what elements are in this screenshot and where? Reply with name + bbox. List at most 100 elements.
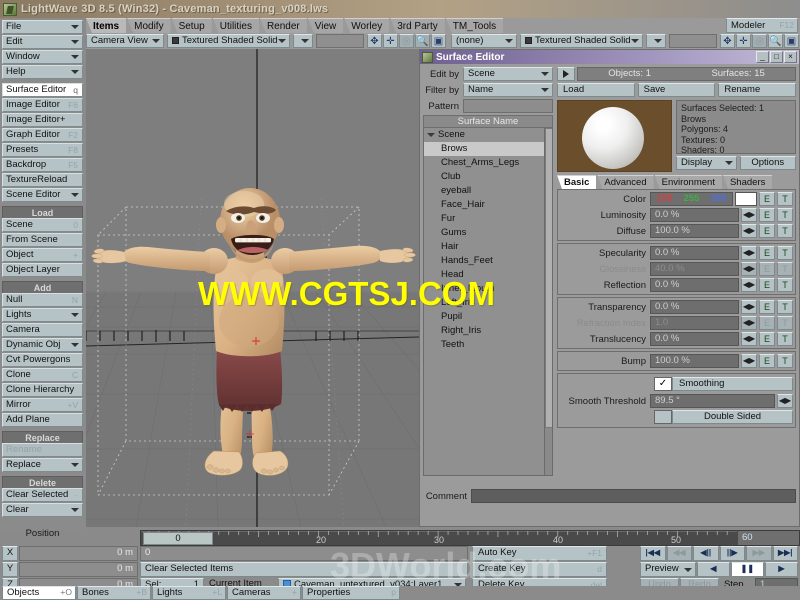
color-swatch[interactable] xyxy=(735,192,757,206)
button-load-object[interactable]: Object + xyxy=(2,248,83,262)
y-axis-button[interactable]: Y xyxy=(2,562,18,577)
y-axis-value[interactable]: 0 m xyxy=(19,562,138,577)
rotate-view-icon[interactable]: ✥ xyxy=(367,34,382,48)
menu-edit[interactable]: Edit xyxy=(2,35,83,49)
button-load-from-scene[interactable]: From Scene xyxy=(2,233,83,247)
list-item[interactable]: Hair xyxy=(424,240,552,254)
maximize-viewport-icon-right[interactable]: ▣ xyxy=(784,34,799,48)
button-scene-editor[interactable]: Scene Editor xyxy=(2,188,83,202)
specularity-value[interactable]: 0.0 % xyxy=(650,246,739,260)
surface-preview-thumbnail[interactable] xyxy=(557,100,672,172)
rename-button[interactable]: Rename xyxy=(718,83,797,97)
tab-utilities[interactable]: Utilities xyxy=(212,18,259,33)
button-modeler[interactable]: Modeler F12 xyxy=(726,18,798,33)
color-texture-button[interactable]: T xyxy=(777,192,793,206)
color-rgb-field[interactable]: 255 255 255 xyxy=(650,192,733,206)
list-item[interactable]: Fur xyxy=(424,212,552,226)
luminosity-envelope-button[interactable]: E xyxy=(759,208,775,222)
smoothing-checkbox[interactable]: ✓ xyxy=(654,377,672,391)
tab-items[interactable]: Items xyxy=(86,18,127,33)
list-item[interactable]: Chest_Arms_Legs xyxy=(424,156,552,170)
tab-tm-tools[interactable]: TM_Tools xyxy=(445,18,504,33)
options-button[interactable]: Options xyxy=(739,156,796,170)
camera-viewport[interactable] xyxy=(86,49,419,527)
timeline-playhead[interactable]: 0 xyxy=(143,532,213,545)
reflection-nudge-arrows[interactable]: ◀▶ xyxy=(741,278,757,292)
button-add-camera[interactable]: Camera xyxy=(2,323,83,337)
select-lights-button[interactable]: Lights +L xyxy=(152,586,226,600)
menu-file[interactable]: File xyxy=(2,20,83,34)
button-clear[interactable]: Clear xyxy=(2,503,83,517)
diffuse-texture-button[interactable]: T xyxy=(777,224,793,238)
current-frame-field[interactable]: 0 xyxy=(140,546,468,561)
zoom-dolly-icon-right[interactable]: ◎ xyxy=(752,34,767,48)
menu-window[interactable]: Window xyxy=(2,50,83,64)
double-sided-checkbox[interactable] xyxy=(654,410,672,424)
play-forward-icon[interactable]: ▶ xyxy=(764,562,799,577)
play-reverse-icon[interactable]: ◀ xyxy=(696,562,730,577)
left-extra-options-combo[interactable] xyxy=(293,34,313,48)
smooth-threshold-nudge-arrows[interactable]: ◀▶ xyxy=(777,394,793,408)
button-clone[interactable]: Clone C xyxy=(2,368,83,382)
button-clear-selected[interactable]: Clear Selected - xyxy=(2,488,83,502)
list-item[interactable]: Left_Iris xyxy=(424,296,552,310)
luminosity-value[interactable]: 0.0 % xyxy=(650,208,739,222)
button-add-null[interactable]: Null N xyxy=(2,293,83,307)
surface-list-scrollbar-thumb[interactable] xyxy=(545,128,552,428)
select-cameras-button[interactable]: Cameras + xyxy=(227,586,301,600)
bump-texture-button[interactable]: T xyxy=(777,354,793,368)
bump-envelope-button[interactable]: E xyxy=(759,354,775,368)
pan-view-icon[interactable]: ✛ xyxy=(383,34,398,48)
preview-combo[interactable]: Preview xyxy=(640,562,696,577)
button-presets[interactable]: Presets F8 xyxy=(2,143,83,157)
button-replace[interactable]: Replace xyxy=(2,458,83,472)
filter-by-combo[interactable]: Name xyxy=(463,83,553,97)
bump-value[interactable]: 100.0 % xyxy=(650,354,739,368)
tab-environment[interactable]: Environment xyxy=(654,175,722,189)
create-key-button[interactable]: Create Key d xyxy=(472,562,607,577)
list-item[interactable]: Gums xyxy=(424,226,552,240)
list-item[interactable]: Head xyxy=(424,268,552,282)
reflection-value[interactable]: 0.0 % xyxy=(650,278,739,292)
timeline-end-frame-field[interactable]: 60 xyxy=(737,531,799,545)
tab-worley[interactable]: Worley xyxy=(344,18,390,33)
double-sided-label[interactable]: Double Sided xyxy=(672,410,793,424)
edit-by-combo[interactable]: Scene xyxy=(463,67,553,81)
expand-panel-icon[interactable] xyxy=(557,67,575,81)
button-load-object-layer[interactable]: Object Layer xyxy=(2,263,83,277)
tab-3rd-party[interactable]: 3rd Party xyxy=(390,18,445,33)
save-button[interactable]: Save xyxy=(637,83,716,97)
tab-modify[interactable]: Modify xyxy=(127,18,171,33)
step-forward-icon[interactable]: ||▶ xyxy=(719,546,745,561)
specularity-envelope-button[interactable]: E xyxy=(759,246,775,260)
select-objects-button[interactable]: Objects +O xyxy=(2,586,76,600)
pattern-input[interactable] xyxy=(463,99,553,113)
comment-input[interactable] xyxy=(471,489,796,503)
luminosity-texture-button[interactable]: T xyxy=(777,208,793,222)
menu-help[interactable]: Help xyxy=(2,65,83,79)
surface-tree-root[interactable]: Scene xyxy=(424,128,552,142)
button-add-plane[interactable]: Add Plane xyxy=(2,413,83,427)
zoom-dolly-icon[interactable]: ◎ xyxy=(399,34,414,48)
surface-editor-title-bar[interactable]: Surface Editor _ □ × xyxy=(420,50,799,64)
fast-forward-to-end-icon[interactable]: ▶▶| xyxy=(772,546,798,561)
translucency-envelope-button[interactable]: E xyxy=(759,332,775,346)
tab-setup[interactable]: Setup xyxy=(171,18,212,33)
button-cvt-powergons[interactable]: Cvt Powergons xyxy=(2,353,83,367)
list-item[interactable]: Brows xyxy=(424,142,552,156)
tab-advanced[interactable]: Advanced xyxy=(597,175,654,189)
minimize-icon[interactable]: _ xyxy=(756,51,769,63)
clear-selected-items-button[interactable]: Clear Selected Items xyxy=(140,562,468,577)
button-add-lights[interactable]: Lights xyxy=(2,308,83,322)
button-mirror[interactable]: Mirror +V xyxy=(2,398,83,412)
maximize-icon[interactable]: □ xyxy=(770,51,783,63)
magnify-icon-right[interactable]: 🔍 xyxy=(768,34,783,48)
timeline-slider[interactable]: 10 20 30 40 50 60 0 60 xyxy=(140,530,800,546)
list-item[interactable]: Teeth xyxy=(424,338,552,352)
diffuse-envelope-button[interactable]: E xyxy=(759,224,775,238)
button-load-scene[interactable]: Scene 0 xyxy=(2,218,83,232)
button-clone-hierarchy[interactable]: Clone Hierarchy xyxy=(2,383,83,397)
list-item[interactable]: Face_Hair xyxy=(424,198,552,212)
button-image-editor[interactable]: Image Editor F6 xyxy=(2,98,83,112)
x-axis-value[interactable]: 0 m xyxy=(19,546,138,561)
